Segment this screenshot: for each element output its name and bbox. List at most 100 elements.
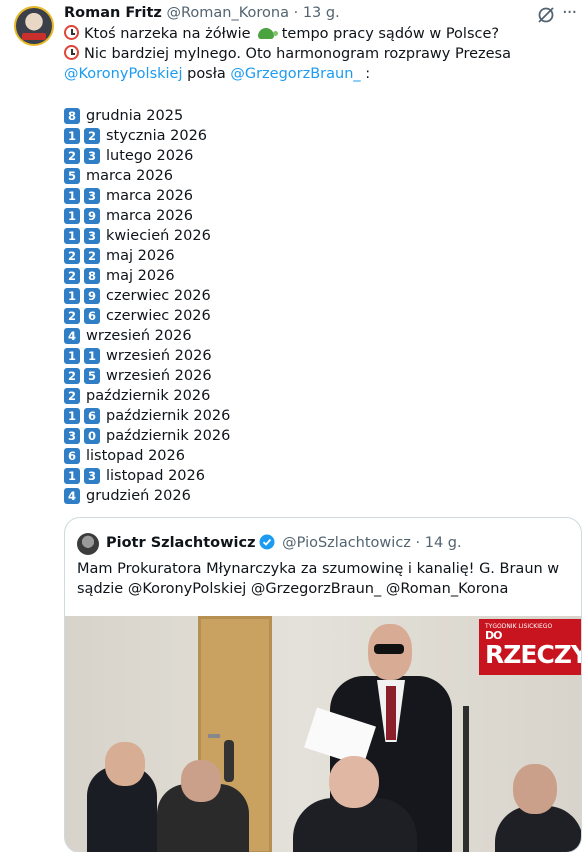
date-label: wrzesień 2026 <box>106 368 212 384</box>
keycap-digit-icon: 2 <box>64 388 80 404</box>
date-label: marca 2026 <box>106 208 194 224</box>
separator-dot: · <box>415 535 421 551</box>
date-row: 1 9 marca 2026 <box>64 206 230 226</box>
photo-seated-head <box>181 760 221 802</box>
tweet-header: Roman Fritz @Roman_Korona · 13 g. <box>64 5 340 21</box>
keycap-digit-icon: 3 <box>84 188 100 204</box>
quote-text-line-1: Mam Prokuratora Młynarczyka za szumowinę… <box>77 561 560 577</box>
date-label: czerwiec 2026 <box>106 288 211 304</box>
date-label: marca 2026 <box>106 188 194 204</box>
keycap-digit-icon: 9 <box>84 288 100 304</box>
date-row: 2 5 wrzesień 2026 <box>64 366 230 386</box>
text-line-1: Ktoś narzeka na żółwie tempo pracy sądów… <box>64 24 574 44</box>
grok-icon[interactable] <box>536 5 556 25</box>
date-label: wrzesień 2026 <box>106 348 212 364</box>
date-label: październik 2026 <box>86 388 211 404</box>
date-row: 1 1 wrzesień 2026 <box>64 346 230 366</box>
alarm-clock-icon <box>64 45 79 60</box>
keycap-digit-icon: 4 <box>64 328 80 344</box>
date-label: lutego 2026 <box>106 148 194 164</box>
keycap-digit-icon: 0 <box>84 428 100 444</box>
date-row: 2 3 lutego 2026 <box>64 146 230 166</box>
date-row: 1 3 kwiecień 2026 <box>64 226 230 246</box>
photo-door-handle <box>208 734 220 738</box>
date-row: 2 2 maj 2026 <box>64 246 230 266</box>
date-label: maj 2026 <box>106 268 175 284</box>
quoted-tweet[interactable]: Piotr Szlachtowicz @PioSzlachtowicz · 14… <box>64 517 582 852</box>
photo-stand <box>463 706 469 852</box>
date-label: marca 2026 <box>86 168 174 184</box>
turtle-icon <box>258 28 279 39</box>
keycap-digit-icon: 3 <box>84 228 100 244</box>
date-row: 1 9 czerwiec 2026 <box>64 286 230 306</box>
quote-time[interactable]: 14 g. <box>425 535 462 551</box>
keycap-digit-icon: 2 <box>64 268 80 284</box>
author-handle[interactable]: @Roman_Korona <box>166 5 289 21</box>
date-label: październik 2026 <box>106 408 231 424</box>
separator-dot: · <box>293 5 299 21</box>
date-label: stycznia 2026 <box>106 128 208 144</box>
tweet-time[interactable]: 13 g. <box>303 5 340 21</box>
more-options-icon[interactable]: ··· <box>562 2 577 23</box>
date-label: październik 2026 <box>106 428 231 444</box>
keycap-digit-icon: 1 <box>84 348 100 364</box>
date-row: 1 2 stycznia 2026 <box>64 126 230 146</box>
keycap-digit-icon: 1 <box>64 128 80 144</box>
quote-text-line-2: sądzie @KoronyPolskiej @GrzegorzBraun_ @… <box>77 581 509 597</box>
quote-header: Piotr Szlachtowicz @PioSzlachtowicz · 14… <box>106 534 462 551</box>
keycap-digit-icon: 6 <box>84 408 100 424</box>
keycap-digit-icon: 1 <box>64 188 80 204</box>
date-label: maj 2026 <box>106 248 175 264</box>
quote-text: Mam Prokuratora Młynarczyka za szumowinę… <box>77 559 567 599</box>
author-name[interactable]: Roman Fritz <box>64 5 162 21</box>
mention-link[interactable]: @KoronyPolskiej <box>64 66 183 82</box>
date-label: czerwiec 2026 <box>106 308 211 324</box>
quote-photo[interactable]: TYGODNIK LISICKIEGO DO RZECZY <box>65 616 581 852</box>
date-row: 4 wrzesień 2026 <box>64 326 230 346</box>
keycap-digit-icon: 2 <box>64 248 80 264</box>
verified-badge-icon <box>259 534 275 550</box>
date-label: listopad 2026 <box>86 448 185 464</box>
keycap-digit-icon: 2 <box>84 128 100 144</box>
text-fragment: tempo pracy sądów w Polsce? <box>281 26 500 42</box>
text-line-3: @KoronyPolskiej posła @GrzegorzBraun_ : <box>64 64 574 84</box>
photo-seated-head <box>329 756 379 808</box>
text-fragment: Nic bardziej mylnego. Oto harmonogram ro… <box>84 46 511 62</box>
keycap-digit-icon: 2 <box>64 308 80 324</box>
text-fragment: : <box>365 66 371 82</box>
quote-author-avatar[interactable] <box>77 533 99 555</box>
keycap-digit-icon: 1 <box>64 408 80 424</box>
keycap-digit-icon: 2 <box>64 148 80 164</box>
keycap-digit-icon: 3 <box>84 468 100 484</box>
keycap-digit-icon: 8 <box>84 268 100 284</box>
quote-author-name[interactable]: Piotr Szlachtowicz <box>106 535 256 551</box>
keycap-digit-icon: 1 <box>64 208 80 224</box>
keycap-digit-icon: 3 <box>64 428 80 444</box>
date-row: 2 październik 2026 <box>64 386 230 406</box>
keycap-digit-icon: 9 <box>84 208 100 224</box>
photo-microphone <box>224 740 234 782</box>
tweet-text: Ktoś narzeka na żółwie tempo pracy sądów… <box>64 24 574 84</box>
date-row: 8 grudnia 2025 <box>64 106 230 126</box>
date-row: 1 3 marca 2026 <box>64 186 230 206</box>
date-row: 6 listopad 2026 <box>64 446 230 466</box>
date-label: wrzesień 2026 <box>86 328 192 344</box>
photo-eye-patch <box>374 644 404 654</box>
keycap-digit-icon: 4 <box>64 488 80 504</box>
date-label: listopad 2026 <box>106 468 205 484</box>
date-row: 4 grudzień 2026 <box>64 486 230 506</box>
date-row: 3 0 październik 2026 <box>64 426 230 446</box>
date-row: 5 marca 2026 <box>64 166 230 186</box>
keycap-digit-icon: 1 <box>64 348 80 364</box>
text-fragment: posła <box>187 66 226 82</box>
mention-link[interactable]: @GrzegorzBraun_ <box>230 66 360 82</box>
keycap-digit-icon: 3 <box>84 148 100 164</box>
quote-author-handle[interactable]: @PioSzlachtowicz <box>282 535 411 551</box>
author-avatar[interactable] <box>14 6 54 46</box>
photo-seated-head <box>105 742 145 786</box>
date-list: 8 grudnia 2025 1 2 stycznia 2026 2 3 lutego 202… <box>64 106 230 506</box>
keycap-digit-icon: 1 <box>64 468 80 484</box>
keycap-digit-icon: 5 <box>84 368 100 384</box>
date-label: grudnia 2025 <box>86 108 184 124</box>
keycap-digit-icon: 8 <box>64 108 80 124</box>
